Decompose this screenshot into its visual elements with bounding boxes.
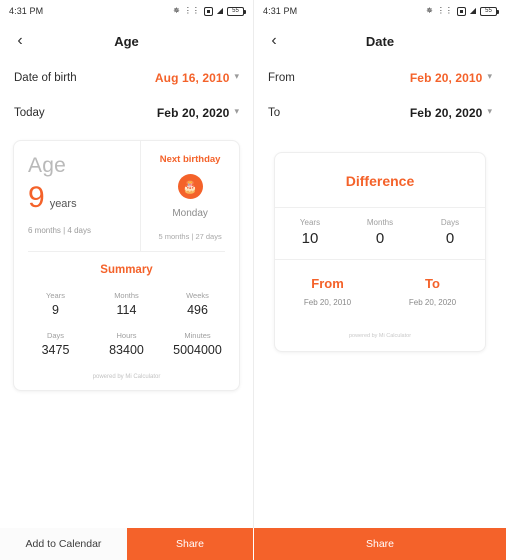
endpoint-from: From Feb 20, 2010 xyxy=(275,276,380,307)
field-value[interactable]: Feb 20, 2020 xyxy=(410,106,483,120)
difference-units-row: Years 10 Months 0 Days 0 xyxy=(275,207,485,259)
status-icon-group: ✵ ⋮⋮ ◢ 55 xyxy=(426,6,499,16)
status-bar-left: 4:31 PM ✵ ⋮⋮ ◢ 55 xyxy=(0,0,253,22)
field-value[interactable]: Feb 20, 2020 xyxy=(157,106,230,120)
difference-title: Difference xyxy=(345,173,415,189)
add-to-calendar-button[interactable]: Add to Calendar xyxy=(0,528,127,560)
share-button-right[interactable]: Share xyxy=(253,528,506,560)
status-time: 4:31 PM xyxy=(263,6,298,16)
summary-title: Summary xyxy=(100,264,153,276)
back-button[interactable]: ‹ xyxy=(10,31,30,51)
bottom-action-bar: Add to Calendar Share Share xyxy=(0,528,506,560)
stat-minutes: Minutes 5004000 xyxy=(162,324,233,364)
powered-by-text: powered by Mi Calculator xyxy=(92,374,161,380)
nfc-icon: ⋮⋮ xyxy=(436,6,453,15)
alarm-icon xyxy=(203,6,213,16)
next-birthday-label: Next birthday xyxy=(159,154,221,165)
chevron-down-icon: ▾ xyxy=(234,106,239,116)
diff-label: Years xyxy=(299,218,321,227)
stat-weeks: Weeks 496 xyxy=(162,284,233,324)
bluetooth-icon: ✵ xyxy=(426,6,433,15)
chevron-down-icon: ▾ xyxy=(234,71,239,81)
field-label: From xyxy=(268,71,295,84)
age-word-label: Age xyxy=(28,154,66,177)
field-value[interactable]: Aug 16, 2010 xyxy=(155,71,230,85)
diff-years: Years 10 xyxy=(275,218,345,247)
age-result-card: Age 9 years 6 months | 4 days Next birth… xyxy=(13,140,240,391)
stat-value: 114 xyxy=(116,303,137,317)
endpoint-label: To xyxy=(425,276,440,291)
cake-icon: 🎂 xyxy=(177,174,203,199)
status-bar-right: 4:31 PM ✵ ⋮⋮ ◢ 55 xyxy=(254,0,506,22)
diff-value: 0 xyxy=(375,230,385,247)
dual-screenshot-container: 4:31 PM ✵ ⋮⋮ ◢ 55 ‹ Age Date of birth Au… xyxy=(0,0,506,560)
stat-value: 496 xyxy=(187,303,208,317)
back-button[interactable]: ‹ xyxy=(264,31,284,51)
wifi-icon: ◢ xyxy=(469,6,476,15)
stat-years: Years 9 xyxy=(20,284,91,324)
field-label: Today xyxy=(14,106,45,119)
endpoint-to: To Feb 20, 2020 xyxy=(380,276,485,307)
next-birthday-weekday: Monday xyxy=(172,208,208,219)
field-label: Date of birth xyxy=(14,71,77,84)
page-title: Date xyxy=(365,33,395,49)
age-primary-block: Age 9 years 6 months | 4 days xyxy=(14,141,142,251)
stat-months: Months 114 xyxy=(91,284,162,324)
field-date-of-birth[interactable]: Date of birth Aug 16, 2010 ▾ xyxy=(0,60,253,95)
nfc-icon: ⋮⋮ xyxy=(183,6,200,15)
field-from[interactable]: From Feb 20, 2010 ▾ xyxy=(254,60,506,95)
app-bar-left: ‹ Age xyxy=(0,22,253,60)
age-card-top: Age 9 years 6 months | 4 days Next birth… xyxy=(14,141,239,251)
diff-value: 10 xyxy=(301,230,319,247)
alarm-icon xyxy=(456,6,466,16)
field-to[interactable]: To Feb 20, 2020 ▾ xyxy=(254,95,506,130)
next-birthday-countdown: 5 months | 27 days xyxy=(158,232,222,241)
stat-days: Days 3475 xyxy=(20,324,91,364)
diff-label: Days xyxy=(440,218,460,227)
chevron-down-icon: ▾ xyxy=(487,71,492,81)
endpoint-label: From xyxy=(311,276,344,291)
stat-value: 9 xyxy=(52,303,59,317)
stat-label: Minutes xyxy=(184,331,211,340)
summary-stats-grid: Years 9 Months 114 Weeks 496 Days 3475 H… xyxy=(14,278,239,368)
endpoint-date: Feb 20, 2020 xyxy=(408,298,457,307)
field-label: To xyxy=(268,106,281,119)
stat-value: 5004000 xyxy=(173,343,222,357)
stat-label: Months xyxy=(114,291,139,300)
screen-age: 4:31 PM ✵ ⋮⋮ ◢ 55 ‹ Age Date of birth Au… xyxy=(0,0,253,560)
battery-icon: 55 xyxy=(227,6,246,16)
bluetooth-icon: ✵ xyxy=(173,6,180,15)
endpoint-date: Feb 20, 2010 xyxy=(303,298,352,307)
stat-value: 3475 xyxy=(41,343,70,357)
field-today[interactable]: Today Feb 20, 2020 ▾ xyxy=(0,95,253,130)
age-remainder-text: 6 months | 4 days xyxy=(28,225,91,235)
diff-months: Months 0 xyxy=(345,218,415,247)
difference-endpoints-row: From Feb 20, 2010 To Feb 20, 2020 xyxy=(275,259,485,317)
stat-label: Hours xyxy=(116,331,137,340)
app-bar-right: ‹ Date xyxy=(254,22,506,60)
age-number-row: 9 years xyxy=(28,181,130,214)
difference-result-card: Difference Years 10 Months 0 Days 0 From xyxy=(274,152,486,352)
status-time: 4:31 PM xyxy=(9,6,44,16)
share-button-left[interactable]: Share xyxy=(127,528,253,560)
diff-label: Months xyxy=(366,218,394,227)
stat-label: Weeks xyxy=(186,291,209,300)
screen-date: 4:31 PM ✵ ⋮⋮ ◢ 55 ‹ Date From Feb 20, 20… xyxy=(253,0,506,560)
age-years-unit: years xyxy=(49,197,77,210)
page-title: Age xyxy=(114,33,139,49)
age-years-number: 9 xyxy=(28,181,45,214)
diff-value: 0 xyxy=(445,230,455,247)
stat-value: 83400 xyxy=(109,343,144,357)
battery-icon: 55 xyxy=(480,6,499,16)
diff-days: Days 0 xyxy=(415,218,485,247)
field-value[interactable]: Feb 20, 2010 xyxy=(410,71,483,85)
stat-label: Years xyxy=(46,291,65,300)
next-birthday-block: Next birthday 🎂 Monday 5 months | 27 day… xyxy=(141,141,239,251)
stat-hours: Hours 83400 xyxy=(91,324,162,364)
chevron-down-icon: ▾ xyxy=(487,106,492,116)
status-icon-group: ✵ ⋮⋮ ◢ 55 xyxy=(173,6,246,16)
wifi-icon: ◢ xyxy=(216,6,223,15)
powered-by-text: powered by Mi Calculator xyxy=(348,333,412,339)
stat-label: Days xyxy=(46,331,65,340)
